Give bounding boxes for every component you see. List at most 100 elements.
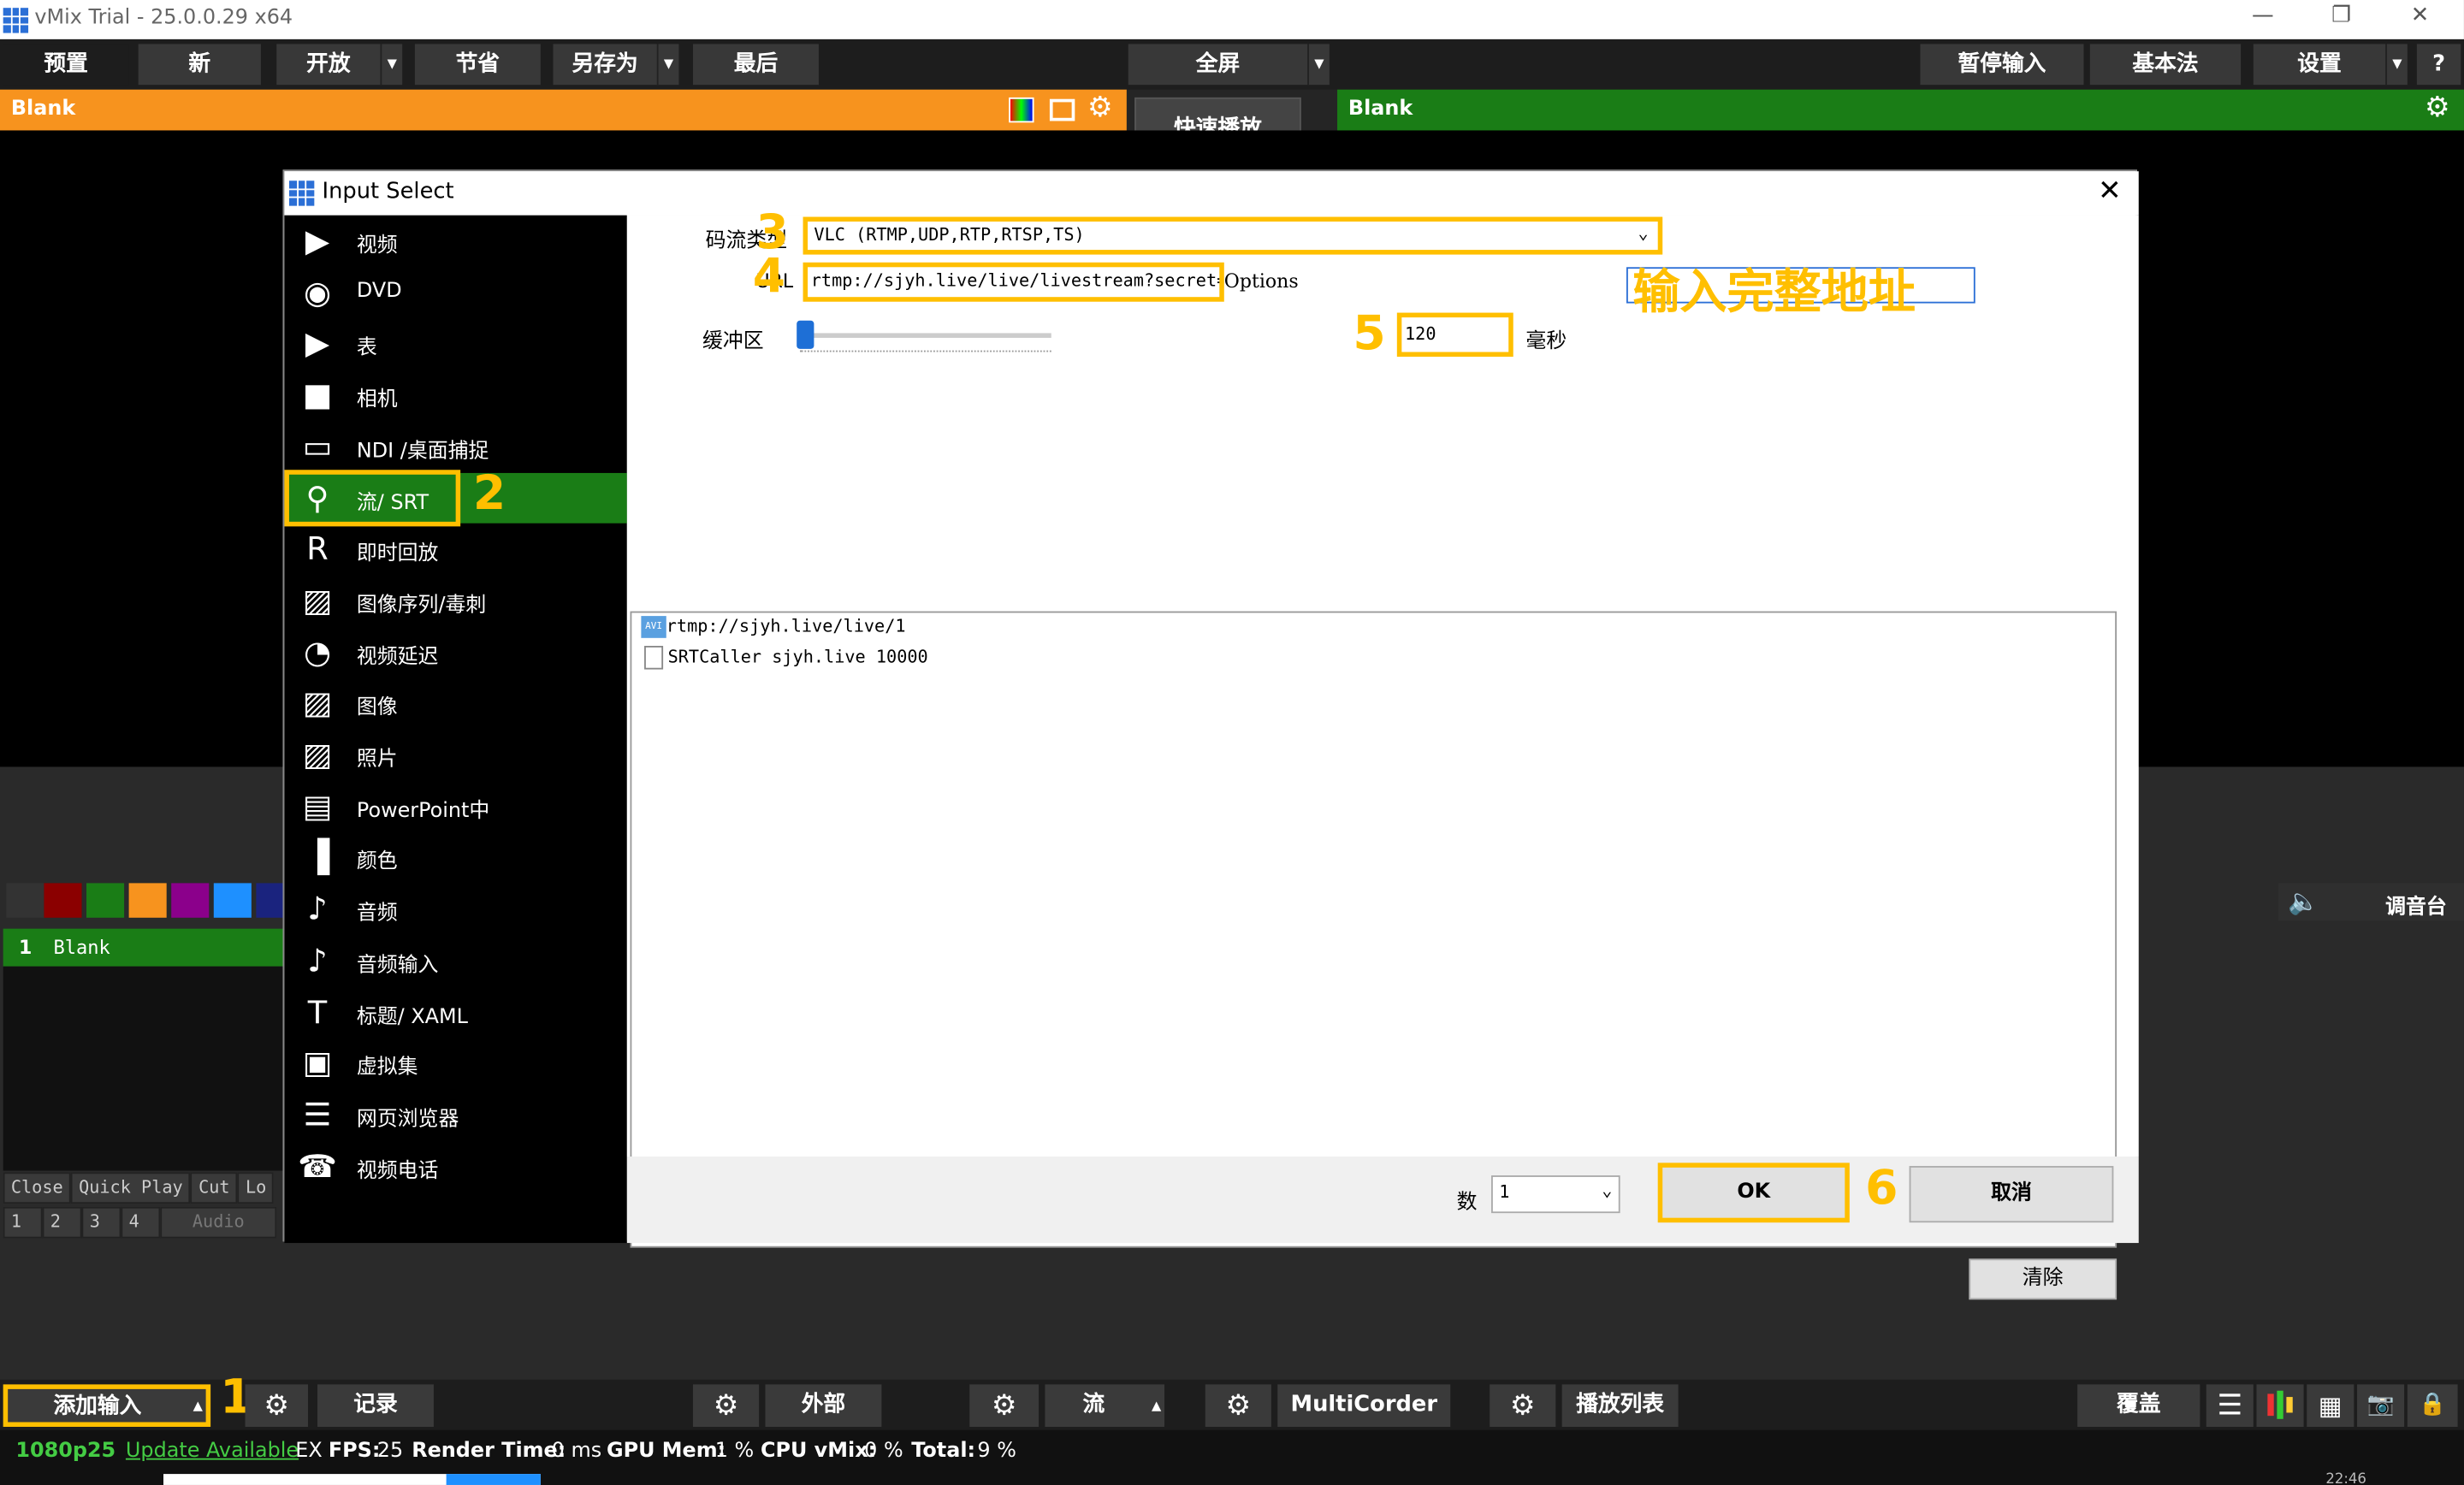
pause-input-button[interactable]: 暂停输入	[1920, 44, 2084, 86]
snapshot-icon[interactable]: 📷	[2357, 1384, 2405, 1427]
history-item[interactable]: AVI rtmp://sjyh.live/live/1	[641, 616, 906, 644]
playlist-button[interactable]: 播放列表	[1561, 1384, 1679, 1427]
category-title-xaml[interactable]: T 标题/ XAML	[284, 986, 626, 1037]
stream-button[interactable]: 流 ▲	[1045, 1384, 1164, 1427]
chevron-down-icon[interactable]: ▼	[380, 44, 402, 86]
category-video[interactable]: ▶ 视频	[284, 216, 626, 266]
category-colour[interactable]: ▐ 颜色	[284, 831, 626, 882]
overlay-4-button[interactable]: 4	[121, 1206, 161, 1239]
color-swatch[interactable]	[6, 883, 44, 918]
settings-button[interactable]: 设置 ▼	[2253, 44, 2408, 86]
category-label: PowerPoint中	[356, 799, 490, 824]
chevron-down-icon[interactable]: ▼	[1307, 44, 1330, 86]
gear-icon[interactable]: ⚙	[1490, 1384, 1556, 1427]
close-input-button[interactable]: Close	[3, 1172, 71, 1204]
chevron-up-icon[interactable]: ▲	[1152, 1384, 1161, 1427]
chevron-down-icon[interactable]: ⌄	[1638, 223, 1649, 244]
new-button[interactable]: 新	[138, 44, 261, 86]
history-item-text: rtmp://sjyh.live/live/1	[666, 616, 906, 636]
speaker-icon[interactable]: 🔈	[2288, 886, 2319, 916]
save-button[interactable]: 节省	[414, 44, 541, 86]
history-item[interactable]: SRTCaller sjyh.live 10000	[644, 646, 928, 674]
record-button[interactable]: 记录	[317, 1384, 434, 1427]
gear-icon[interactable]: ⚙	[692, 1384, 760, 1427]
options-label[interactable]: Options	[1224, 270, 1299, 293]
restore-icon[interactable]: ❐	[2310, 3, 2372, 35]
annotation-number: 4	[752, 250, 786, 305]
fullscreen-button[interactable]: 全屏 ▼	[1128, 44, 1330, 86]
category-audio-input[interactable]: ♪ 音频输入	[284, 935, 626, 985]
gear-icon[interactable]: ⚙	[1205, 1384, 1271, 1427]
settings-label: 设置	[2297, 51, 2342, 78]
category-video-call[interactable]: ☎ 视频电话	[284, 1140, 626, 1191]
quick-play-input-button[interactable]: Quick Play	[70, 1172, 191, 1204]
lock-icon[interactable]: 🔒	[2407, 1384, 2458, 1427]
chevron-down-icon[interactable]: ▲	[193, 1389, 203, 1423]
cancel-button[interactable]: 取消	[1909, 1166, 2114, 1223]
open-button[interactable]: 开放 ▼	[276, 44, 403, 86]
loop-button[interactable]: Lo	[237, 1172, 275, 1204]
menu-icon[interactable]: ☰	[2206, 1384, 2254, 1427]
gear-icon[interactable]: ⚙	[969, 1384, 1040, 1427]
category-list[interactable]: ▶ 表	[284, 318, 626, 369]
buffer-slider-thumb[interactable]	[797, 320, 814, 349]
last-button[interactable]: 最后	[692, 44, 819, 86]
safe-area-icon[interactable]	[1049, 98, 1075, 121]
audio-button[interactable]: Audio	[160, 1206, 277, 1239]
color-swatch[interactable]	[256, 883, 283, 918]
overlay-button[interactable]: 覆盖	[2077, 1384, 2200, 1427]
category-web-browser[interactable]: ☰ 网页浏览器	[284, 1089, 626, 1139]
multicorder-button[interactable]: MultiCorder	[1277, 1384, 1451, 1427]
category-camera[interactable]: ■ 相机	[284, 370, 626, 420]
input-item[interactable]: 1 Blank	[3, 928, 287, 967]
category-photos[interactable]: ▨ 照片	[284, 729, 626, 779]
category-audio[interactable]: ♪ 音频	[284, 884, 626, 934]
overlay-1-button[interactable]: 1	[3, 1206, 43, 1239]
category-virtual-set[interactable]: ▣ 虚拟集	[284, 1038, 626, 1088]
chevron-down-icon[interactable]: ▼	[2385, 44, 2408, 86]
color-swatch[interactable]	[86, 883, 125, 918]
color-swatch[interactable]	[171, 883, 210, 918]
save-as-button[interactable]: 另存为 ▼	[553, 44, 679, 86]
count-select[interactable]: 1 ⌄	[1491, 1175, 1620, 1214]
color-bars-icon[interactable]	[1009, 97, 1034, 123]
audio-meter-icon[interactable]	[2256, 1384, 2304, 1427]
buffer-slider-track[interactable]	[799, 333, 1051, 338]
color-swatch[interactable]	[213, 883, 252, 918]
clear-button[interactable]: 清除	[1969, 1258, 2118, 1300]
close-icon[interactable]: ✕	[2389, 3, 2451, 35]
category-video-delay[interactable]: ◔ 视频延迟	[284, 626, 626, 677]
minimize-icon[interactable]: —	[2231, 3, 2294, 35]
external-button[interactable]: 外部	[765, 1384, 882, 1427]
color-swatch[interactable]	[128, 883, 167, 918]
multiview-icon[interactable]: ▦	[2307, 1384, 2354, 1427]
gear-icon[interactable]: ⚙	[2425, 92, 2450, 125]
ok-button[interactable]: OK	[1657, 1163, 1850, 1223]
category-image-sequence[interactable]: ▨ 图像序列/毒刺	[284, 575, 626, 625]
audio-mixer-header[interactable]: 🔈 调音台	[2278, 883, 2464, 921]
update-link[interactable]: Update Available	[126, 1440, 299, 1464]
gear-icon[interactable]: ⚙	[1087, 92, 1113, 125]
cut-button[interactable]: Cut	[190, 1172, 238, 1204]
chevron-down-icon[interactable]: ⌄	[1602, 1180, 1612, 1201]
color-swatch[interactable]	[44, 883, 82, 918]
category-ndi-desktop[interactable]: ▭ NDI /桌面捕捉	[284, 421, 626, 471]
overlay-3-button[interactable]: 3	[81, 1206, 121, 1239]
category-dvd[interactable]: ◉ DVD	[284, 267, 626, 317]
url-field[interactable]: rtmp://sjyh.live/live/livestream?secret=	[803, 262, 1224, 302]
basic-button[interactable]: 基本法	[2089, 44, 2242, 86]
category-instant-replay[interactable]: R 即时回放	[284, 524, 626, 574]
video-icon: ▶	[305, 222, 330, 260]
close-icon[interactable]: ✕	[2098, 175, 2122, 208]
buffer-input[interactable]: 120	[1396, 312, 1513, 357]
help-button[interactable]: ?	[2416, 44, 2461, 86]
stream-type-select[interactable]: VLC (RTMP,UDP,RTP,RTSP,TS) ⌄	[803, 216, 1663, 255]
chevron-down-icon[interactable]: ▼	[656, 44, 679, 86]
vmix-window: vMix Trial - 25.0.0.29 x64 — ❐ ✕ 预置 新 开放…	[0, 0, 2464, 1485]
preview-button[interactable]: 预置	[3, 44, 129, 86]
category-image[interactable]: ▨ 图像	[284, 677, 626, 728]
gear-icon[interactable]: ⚙	[245, 1384, 308, 1427]
add-input-button[interactable]: 添加输入 ▲	[3, 1384, 211, 1427]
category-powerpoint[interactable]: ▤ PowerPoint中	[284, 780, 626, 831]
overlay-2-button[interactable]: 2	[42, 1206, 82, 1239]
